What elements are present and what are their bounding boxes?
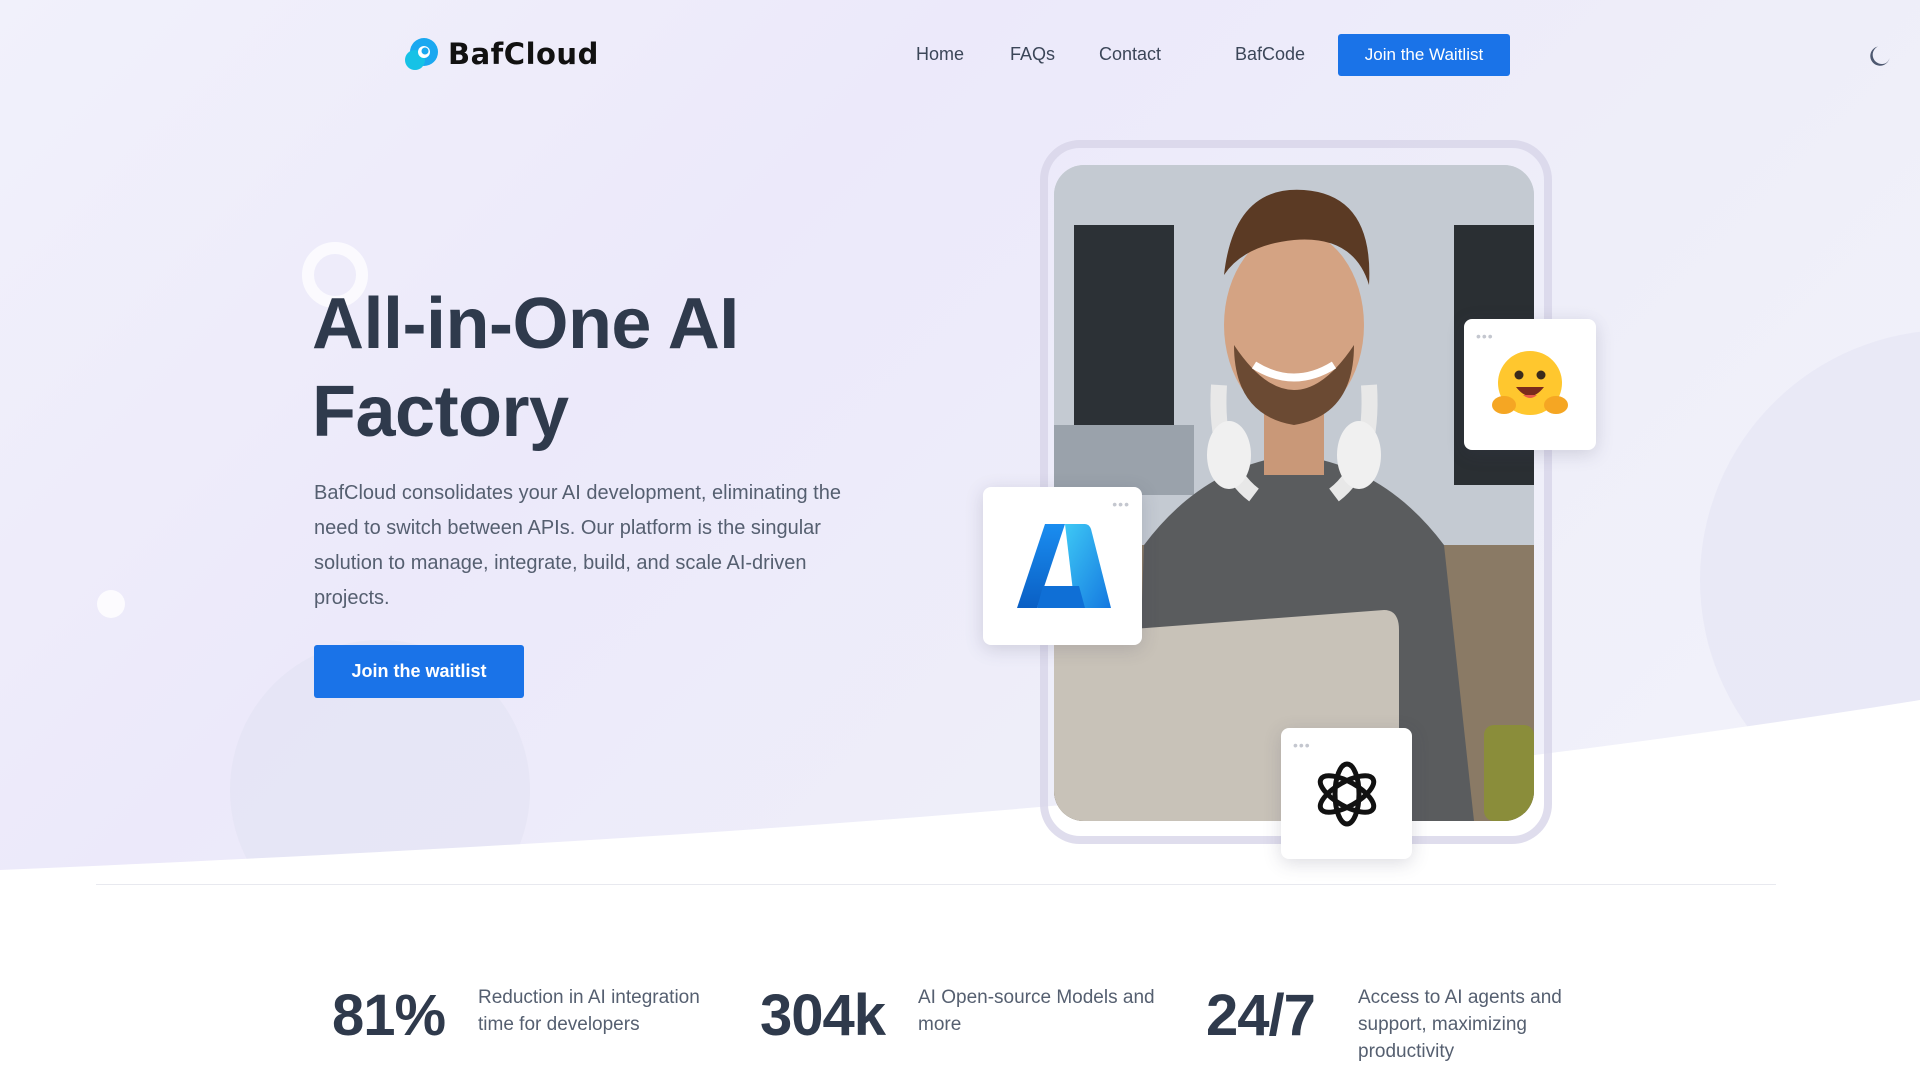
hugging-face-icon	[1492, 350, 1568, 415]
openai-card: •••	[1281, 728, 1412, 859]
azure-card: •••	[983, 487, 1142, 645]
decorative-dot	[97, 590, 125, 618]
join-waitlist-header-button[interactable]: Join the Waitlist	[1338, 34, 1510, 76]
stat-value-access: 24/7	[1206, 983, 1316, 1048]
stat-label-models: AI Open-source Models and more	[918, 987, 1155, 1035]
hero-wave	[0, 700, 1920, 890]
hero-title: All-in-One AI Factory	[312, 280, 912, 456]
stat-value-integration: 81%	[332, 983, 446, 1048]
card-menu-dots: •••	[1476, 328, 1494, 344]
section-divider	[96, 884, 1776, 885]
moon-icon[interactable]	[1868, 42, 1894, 68]
nav-link-faqs[interactable]: FAQs	[1010, 44, 1055, 65]
brand-name: BafCloud	[448, 37, 599, 71]
join-waitlist-button[interactable]: Join the waitlist	[314, 645, 524, 698]
stat-label-access: Access to AI agents and support, maximiz…	[1358, 987, 1562, 1062]
nav-link-home[interactable]: Home	[916, 44, 964, 65]
hero-description: BafCloud consolidates your AI developmen…	[314, 482, 841, 609]
hero-title-line-1: All-in-One AI	[312, 284, 739, 364]
cloud-logo-icon	[405, 38, 438, 70]
azure-logo-icon	[1016, 524, 1111, 608]
nav-link-contact[interactable]: Contact	[1099, 44, 1161, 65]
stat-value-models: 304k	[760, 983, 886, 1048]
hugging-face-card: •••	[1464, 319, 1596, 450]
stat-label-integration: Reduction in AI integration time for dev…	[478, 987, 700, 1035]
nav-link-bafcode[interactable]: BafCode	[1235, 44, 1305, 65]
openai-logo-icon	[1317, 761, 1376, 826]
card-menu-dots: •••	[1293, 737, 1311, 753]
hero-title-line-2: Factory	[312, 372, 569, 452]
card-menu-dots: •••	[1112, 496, 1130, 512]
brand-logo[interactable]: BafCloud	[404, 36, 599, 72]
